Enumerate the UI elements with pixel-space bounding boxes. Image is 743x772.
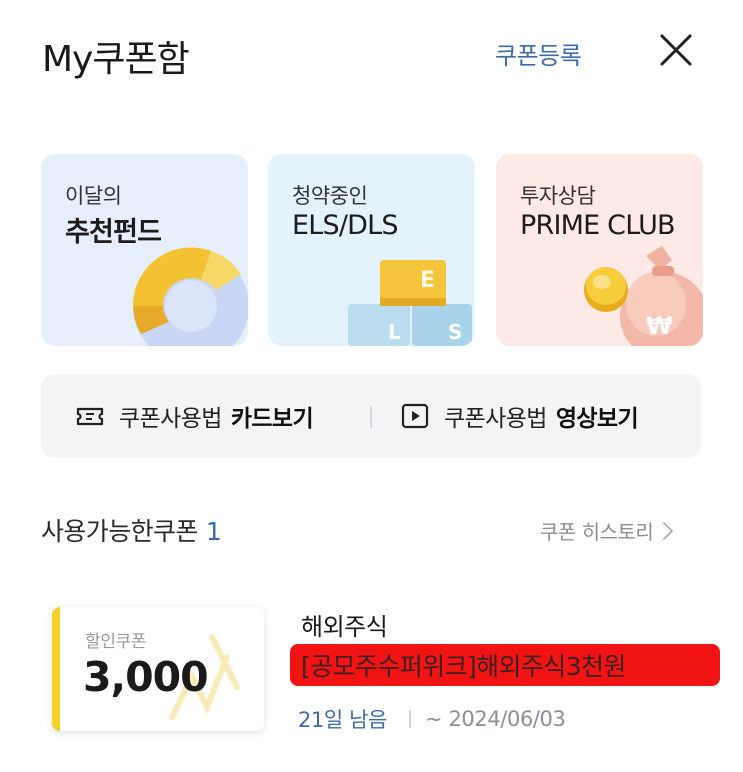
promo-card-title: 추천펀드 [65, 217, 162, 248]
promo-card-title: PRIME CLUB [520, 210, 676, 241]
available-coupons-heading: 사용가능한쿠폰 1 [41, 512, 222, 548]
coupon-name[interactable]: [공모주수퍼위크]해외주식3천원 [301, 647, 626, 683]
promo-card-els-dls[interactable]: E L S 청약중인 ELS/DLS [268, 154, 475, 346]
coupon-amount: 3,000 [83, 653, 209, 701]
ticket-icon [76, 407, 104, 426]
play-icon [401, 403, 429, 429]
coupon-register-button[interactable]: 쿠폰등록 [495, 36, 582, 71]
coupon-guide-bar: 쿠폰사용법 카드보기 쿠폰사용법 영상보기 [41, 374, 701, 458]
guide-video-label: 쿠폰사용법 [444, 406, 547, 432]
block-letter-e: E [420, 268, 436, 293]
page-title: My쿠폰함 [42, 39, 190, 80]
block-letter-s: S [448, 320, 463, 344]
guide-card-label: 쿠폰사용법 [119, 406, 222, 432]
coupon-history-link[interactable]: 쿠폰 히스토리 [540, 516, 675, 545]
coupon-ticket[interactable]: 할인쿠폰 3,000 [52, 607, 264, 731]
meta-divider [408, 710, 411, 728]
promo-card-sub: 청약중인 [292, 184, 368, 208]
promo-card-sub: 투자상담 [520, 184, 596, 208]
coupon-type: 할인쿠폰 [85, 632, 147, 652]
coupon-meta: 21일 남음 ~ 2024/06/03 [298, 704, 566, 734]
promo-card-recommended-fund[interactable]: 이달의 추천펀드 [41, 154, 248, 346]
coupon-days-left: 21일 남음 [298, 708, 387, 732]
guide-video-view-button[interactable]: 쿠폰사용법 영상보기 [400, 398, 639, 434]
guide-divider [370, 406, 372, 428]
promo-card-title: ELS/DLS [292, 210, 399, 241]
coupon-accent-bar [52, 607, 60, 731]
guide-card-bold: 카드보기 [230, 406, 314, 432]
promo-card-prime-club[interactable]: ₩ 투자상담 PRIME CLUB [496, 154, 703, 346]
coupon-count: 1 [205, 517, 222, 546]
section-title: 사용가능한쿠폰 [41, 517, 198, 546]
coupon-expiry: ~ 2024/06/03 [424, 707, 566, 731]
close-icon[interactable] [656, 30, 696, 70]
guide-card-view-button[interactable]: 쿠폰사용법 카드보기 [75, 398, 314, 434]
history-label: 쿠폰 히스토리 [540, 520, 654, 544]
promo-card-sub: 이달의 [65, 184, 122, 208]
won-symbol: ₩ [646, 312, 673, 340]
coupon-category: 해외주식 [301, 613, 388, 641]
chevron-right-icon [663, 521, 674, 540]
header: My쿠폰함 쿠폰등록 [0, 0, 743, 110]
promo-cards: 이달의 추천펀드 E L S 청약중인 ELS/DLS ₩ 투자상담 PRIME… [41, 154, 703, 346]
guide-video-bold: 영상보기 [555, 406, 639, 432]
block-letter-l: L [388, 320, 401, 344]
